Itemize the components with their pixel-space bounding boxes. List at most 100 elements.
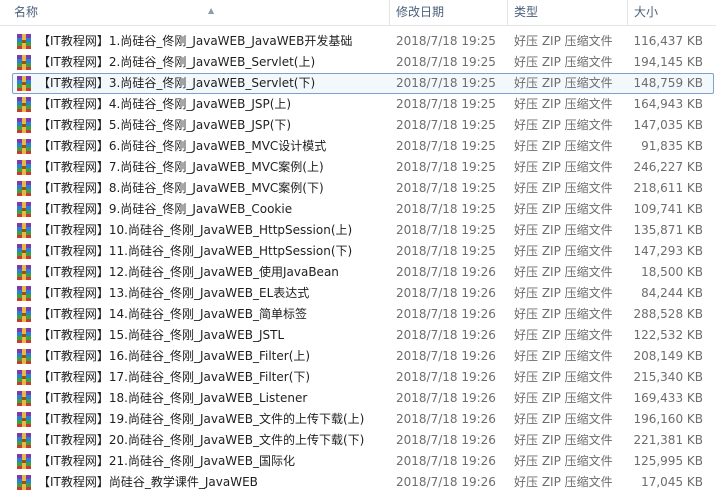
file-type: 好压 ZIP 压缩文件 (514, 34, 613, 48)
file-name: 【IT教程网】1.尚硅谷_佟刚_JavaWEB_JavaWEB开发基础 (38, 34, 353, 48)
file-size: 135,871 KB (633, 223, 703, 237)
file-row[interactable]: 【IT教程网】18.尚硅谷_佟刚_JavaWEB_Listener 2018/7… (0, 388, 716, 409)
winrar-archive-icon (17, 412, 31, 427)
file-type: 好压 ZIP 压缩文件 (514, 475, 613, 489)
winrar-archive-icon (17, 391, 31, 406)
file-modified-date: 2018/7/18 19:25 (396, 202, 496, 216)
file-modified-date: 2018/7/18 19:26 (396, 433, 496, 447)
file-row[interactable]: 【IT教程网】12.尚硅谷_佟刚_JavaWEB_使用JavaBean 2018… (0, 262, 716, 283)
file-row[interactable]: 【IT教程网】8.尚硅谷_佟刚_JavaWEB_MVC案例(下) 2018/7/… (0, 178, 716, 199)
file-row[interactable]: 【IT教程网】2.尚硅谷_佟刚_JavaWEB_Servlet(上) 2018/… (0, 52, 716, 73)
file-type: 好压 ZIP 压缩文件 (514, 307, 613, 321)
file-row[interactable]: 【IT教程网】16.尚硅谷_佟刚_JavaWEB_Filter(上) 2018/… (0, 346, 716, 367)
column-header-size[interactable]: 大小 (628, 0, 716, 25)
file-modified-date: 2018/7/18 19:25 (396, 97, 496, 111)
file-row[interactable]: 【IT教程网】19.尚硅谷_佟刚_JavaWEB_文件的上传下载(上) 2018… (0, 409, 716, 430)
file-modified-date: 2018/7/18 19:26 (396, 370, 496, 384)
file-row[interactable]: 【IT教程网】20.尚硅谷_佟刚_JavaWEB_文件的上传下载(下) 2018… (0, 430, 716, 451)
winrar-archive-icon (17, 160, 31, 175)
file-type: 好压 ZIP 压缩文件 (514, 454, 613, 468)
file-modified-date: 2018/7/18 19:25 (396, 34, 496, 48)
file-modified-date: 2018/7/18 19:26 (396, 391, 496, 405)
file-size: 288,528 KB (633, 307, 703, 321)
file-type: 好压 ZIP 压缩文件 (514, 349, 613, 363)
winrar-archive-icon (17, 181, 31, 196)
winrar-archive-icon (17, 265, 31, 280)
file-row[interactable]: 【IT教程网】7.尚硅谷_佟刚_JavaWEB_MVC案例(上) 2018/7/… (0, 157, 716, 178)
column-header-bar: 名称 ▲ 修改日期 类型 大小 (0, 0, 716, 26)
file-row[interactable]: 【IT教程网】10.尚硅谷_佟刚_JavaWEB_HttpSession(上) … (0, 220, 716, 241)
file-modified-date: 2018/7/18 19:25 (396, 244, 496, 258)
file-name: 【IT教程网】19.尚硅谷_佟刚_JavaWEB_文件的上传下载(上) (38, 412, 365, 426)
column-header-date-label: 修改日期 (396, 5, 445, 19)
file-type: 好压 ZIP 压缩文件 (514, 391, 613, 405)
file-row[interactable]: 【IT教程网】1.尚硅谷_佟刚_JavaWEB_JavaWEB开发基础 2018… (0, 31, 716, 52)
file-size: 125,995 KB (633, 454, 703, 468)
file-name: 【IT教程网】7.尚硅谷_佟刚_JavaWEB_MVC案例(上) (38, 160, 324, 174)
file-row[interactable]: 【IT教程网】5.尚硅谷_佟刚_JavaWEB_JSP(下) 2018/7/18… (0, 115, 716, 136)
file-size: 215,340 KB (633, 370, 703, 384)
file-name: 【IT教程网】17.尚硅谷_佟刚_JavaWEB_Filter(下) (38, 370, 311, 384)
column-header-name[interactable]: 名称 ▲ (8, 0, 390, 25)
file-modified-date: 2018/7/18 19:25 (396, 55, 496, 69)
winrar-archive-icon (17, 55, 31, 70)
file-size: 147,293 KB (633, 244, 703, 258)
file-size: 91,835 KB (641, 139, 703, 153)
winrar-archive-icon (17, 454, 31, 469)
file-type: 好压 ZIP 压缩文件 (514, 433, 613, 447)
file-row[interactable]: 【IT教程网】9.尚硅谷_佟刚_JavaWEB_Cookie 2018/7/18… (0, 199, 716, 220)
file-modified-date: 2018/7/18 19:26 (396, 265, 496, 279)
file-type: 好压 ZIP 压缩文件 (514, 118, 613, 132)
file-type: 好压 ZIP 压缩文件 (514, 202, 613, 216)
file-name: 【IT教程网】12.尚硅谷_佟刚_JavaWEB_使用JavaBean (38, 265, 339, 279)
file-name: 【IT教程网】尚硅谷_教学课件_JavaWEB (38, 475, 258, 489)
file-list: 【IT教程网】1.尚硅谷_佟刚_JavaWEB_JavaWEB开发基础 2018… (0, 31, 716, 493)
file-name: 【IT教程网】18.尚硅谷_佟刚_JavaWEB_Listener (38, 391, 308, 405)
file-row[interactable]: 【IT教程网】4.尚硅谷_佟刚_JavaWEB_JSP(上) 2018/7/18… (0, 94, 716, 115)
file-name: 【IT教程网】20.尚硅谷_佟刚_JavaWEB_文件的上传下载(下) (38, 433, 365, 447)
file-modified-date: 2018/7/18 19:25 (396, 223, 496, 237)
file-name: 【IT教程网】3.尚硅谷_佟刚_JavaWEB_Servlet(下) (38, 76, 316, 90)
winrar-archive-icon (17, 34, 31, 49)
file-row[interactable]: 【IT教程网】尚硅谷_教学课件_JavaWEB 2018/7/18 19:26 … (0, 472, 716, 493)
file-size: 194,145 KB (633, 55, 703, 69)
sort-ascending-icon: ▲ (208, 6, 215, 15)
file-size: 148,759 KB (633, 76, 703, 90)
winrar-archive-icon (17, 202, 31, 217)
file-modified-date: 2018/7/18 19:26 (396, 307, 496, 321)
file-modified-date: 2018/7/18 19:25 (396, 139, 496, 153)
file-name: 【IT教程网】16.尚硅谷_佟刚_JavaWEB_Filter(上) (38, 349, 311, 363)
file-name: 【IT教程网】9.尚硅谷_佟刚_JavaWEB_Cookie (38, 202, 293, 216)
file-row[interactable]: 【IT教程网】17.尚硅谷_佟刚_JavaWEB_Filter(下) 2018/… (0, 367, 716, 388)
file-row[interactable]: 【IT教程网】14.尚硅谷_佟刚_JavaWEB_简单标签 2018/7/18 … (0, 304, 716, 325)
file-modified-date: 2018/7/18 19:26 (396, 475, 496, 489)
file-row[interactable]: 【IT教程网】11.尚硅谷_佟刚_JavaWEB_HttpSession(下) … (0, 241, 716, 262)
column-header-type-label: 类型 (514, 5, 539, 19)
file-type: 好压 ZIP 压缩文件 (514, 412, 613, 426)
file-size: 84,244 KB (641, 286, 703, 300)
file-type: 好压 ZIP 压缩文件 (514, 328, 613, 342)
file-row[interactable]: 【IT教程网】6.尚硅谷_佟刚_JavaWEB_MVC设计模式 2018/7/1… (0, 136, 716, 157)
file-modified-date: 2018/7/18 19:26 (396, 286, 496, 300)
file-type: 好压 ZIP 压缩文件 (514, 181, 613, 195)
winrar-archive-icon (17, 475, 31, 490)
column-header-size-label: 大小 (634, 5, 659, 19)
column-header-type[interactable]: 类型 (508, 0, 628, 25)
file-name: 【IT教程网】8.尚硅谷_佟刚_JavaWEB_MVC案例(下) (38, 181, 324, 195)
file-row[interactable]: 【IT教程网】21.尚硅谷_佟刚_JavaWEB_国际化 2018/7/18 1… (0, 451, 716, 472)
file-type: 好压 ZIP 压缩文件 (514, 370, 613, 384)
file-size: 164,943 KB (633, 97, 703, 111)
file-row[interactable]: 【IT教程网】15.尚硅谷_佟刚_JavaWEB_JSTL 2018/7/18 … (0, 325, 716, 346)
file-type: 好压 ZIP 压缩文件 (514, 76, 613, 90)
file-name: 【IT教程网】2.尚硅谷_佟刚_JavaWEB_Servlet(上) (38, 55, 316, 69)
file-type: 好压 ZIP 压缩文件 (514, 160, 613, 174)
file-name: 【IT教程网】21.尚硅谷_佟刚_JavaWEB_国际化 (38, 454, 295, 468)
file-row[interactable]: 【IT教程网】3.尚硅谷_佟刚_JavaWEB_Servlet(下) 2018/… (0, 73, 716, 94)
file-name: 【IT教程网】11.尚硅谷_佟刚_JavaWEB_HttpSession(下) (38, 244, 353, 258)
column-header-date[interactable]: 修改日期 (390, 0, 508, 25)
file-type: 好压 ZIP 压缩文件 (514, 265, 613, 279)
winrar-archive-icon (17, 370, 31, 385)
winrar-archive-icon (17, 97, 31, 112)
file-row[interactable]: 【IT教程网】13.尚硅谷_佟刚_JavaWEB_EL表达式 2018/7/18… (0, 283, 716, 304)
file-modified-date: 2018/7/18 19:26 (396, 454, 496, 468)
